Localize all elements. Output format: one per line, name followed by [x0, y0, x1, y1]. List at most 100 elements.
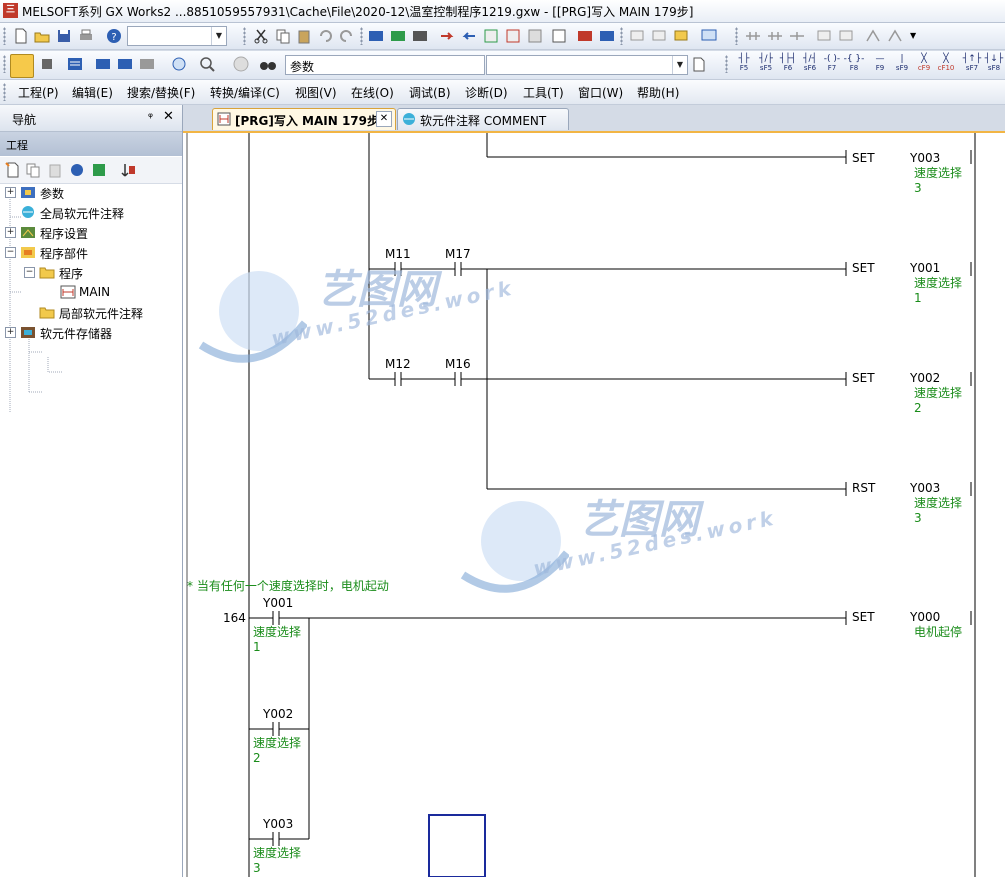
menu-convert-compile[interactable]: 转换/编译(C) [210, 84, 280, 101]
toolbar-grip[interactable] [3, 27, 6, 45]
coil-device[interactable]: Y003 [910, 481, 940, 495]
fkey-f6-icon[interactable]: ┤├┤ F6 [777, 54, 799, 74]
display-icon[interactable] [700, 27, 718, 45]
search-target-combo[interactable]: ▼ [486, 55, 688, 75]
toolbar-grip[interactable] [735, 27, 738, 45]
copy-icon[interactable] [274, 27, 292, 45]
dev-verify-icon[interactable] [411, 27, 429, 45]
fkey-sf8-icon[interactable]: ┤↓├ sF8 [983, 54, 1005, 74]
read-from-plc-icon[interactable] [438, 27, 456, 45]
sort-icon[interactable] [120, 161, 138, 179]
menu-tools[interactable]: 工具(T) [523, 84, 564, 101]
toolbar-grip[interactable] [3, 83, 6, 101]
fkey-f7-icon[interactable]: -( )- F7 [821, 54, 843, 74]
binoculars-icon[interactable] [259, 55, 277, 73]
list-view-icon[interactable] [66, 55, 84, 73]
ladder-edit-icon[interactable] [886, 27, 904, 45]
ladder-edit-icon[interactable] [788, 27, 806, 45]
dev-watch-icon[interactable] [170, 55, 188, 73]
coil-device[interactable]: Y001 [910, 261, 940, 275]
contact-y001[interactable]: Y001 [263, 596, 293, 610]
chevron-down-icon[interactable]: ▼ [672, 56, 687, 74]
contact-y003[interactable]: Y003 [263, 817, 293, 831]
coil-instruction[interactable]: RST [852, 481, 875, 495]
refresh-icon[interactable] [90, 161, 108, 179]
verify-plc-icon[interactable] [482, 27, 500, 45]
edit-cursor[interactable] [428, 814, 486, 877]
tab-device-comment[interactable]: 软元件注释 COMMENT [397, 108, 569, 130]
coil-instruction[interactable]: SET [852, 261, 875, 275]
collapse-icon[interactable]: − [5, 247, 16, 258]
contact-m12[interactable]: M12 [385, 357, 411, 371]
help-disabled-icon[interactable] [232, 55, 250, 73]
coil-device[interactable]: Y000 [910, 610, 940, 624]
dev-write-icon[interactable] [389, 27, 407, 45]
menu-window[interactable]: 窗口(W) [578, 84, 623, 101]
open-folder-icon[interactable] [33, 27, 51, 45]
chevron-down-icon[interactable]: ▼ [211, 27, 226, 45]
search-options-icon[interactable] [690, 55, 708, 73]
toolbar-combo[interactable]: ▼ [127, 26, 227, 46]
fkey-sf5-icon[interactable]: ┤/├ sF5 [755, 54, 777, 74]
monitor-icon[interactable] [504, 27, 522, 45]
project-view-icon[interactable] [10, 54, 34, 78]
search-combo[interactable]: 参数 [285, 55, 485, 75]
undo-icon[interactable] [316, 27, 334, 45]
contact-m17[interactable]: M17 [445, 247, 471, 261]
cpu-icon[interactable] [38, 55, 56, 73]
ladder-edit-icon[interactable] [837, 27, 855, 45]
write-to-plc-icon[interactable] [460, 27, 478, 45]
ladder-edit-icon[interactable] [864, 27, 882, 45]
coil-device[interactable]: Y002 [910, 371, 940, 385]
menu-online[interactable]: 在线(O) [351, 84, 394, 101]
toolbar-grip[interactable] [243, 27, 246, 45]
ladder-edit-icon[interactable] [815, 27, 833, 45]
statement-icon[interactable] [650, 27, 668, 45]
expand-icon[interactable]: + [5, 187, 16, 198]
new-data-icon[interactable] [4, 161, 22, 179]
fkey-sf9-icon[interactable]: | sF9 [891, 54, 913, 74]
statement-comment[interactable]: * 当有任何一个速度选择时，电机起动 [187, 577, 389, 594]
ladder-edit-icon[interactable] [744, 27, 762, 45]
fkey-sf7-icon[interactable]: ┤↑├ sF7 [961, 54, 983, 74]
fkey-f9-icon[interactable]: — F9 [869, 54, 891, 74]
help-icon[interactable]: ? [105, 27, 123, 45]
collapse-icon[interactable]: − [24, 267, 35, 278]
paste-icon[interactable] [46, 161, 64, 179]
monitor-stop-icon[interactable] [526, 27, 544, 45]
ladder-editor[interactable]: M11 M17 M12 M16 SET Y003 速度选择 3 SET Y001… [183, 133, 1005, 877]
fkey-sf6-icon[interactable]: ┤/┤ sF6 [799, 54, 821, 74]
ladder-edit-icon[interactable] [766, 27, 784, 45]
menu-debug[interactable]: 调试(B) [409, 84, 451, 101]
device-register-icon[interactable] [598, 27, 616, 45]
coil-device[interactable]: Y003 [910, 151, 940, 165]
tab-prg-main[interactable]: [PRG]写入 MAIN 179步 ✕ [212, 108, 396, 130]
contact-m16[interactable]: M16 [445, 357, 471, 371]
note-icon[interactable] [672, 27, 690, 45]
comment-icon[interactable] [628, 27, 646, 45]
expand-icon[interactable]: + [5, 327, 16, 338]
menu-edit[interactable]: 编辑(E) [72, 84, 113, 101]
contact-y002[interactable]: Y002 [263, 707, 293, 721]
menu-diagnostics[interactable]: 诊断(D) [465, 84, 508, 101]
close-icon[interactable]: ✕ [163, 109, 174, 124]
coil-instruction[interactable]: SET [852, 371, 875, 385]
contact-m11[interactable]: M11 [385, 247, 411, 261]
menu-search-replace[interactable]: 搜索/替换(F) [127, 84, 195, 101]
find-device-icon[interactable] [198, 55, 216, 73]
dev-icon[interactable] [116, 55, 134, 73]
toolbar-grip[interactable] [620, 27, 623, 45]
coil-instruction[interactable]: SET [852, 610, 875, 624]
device-batch-icon[interactable] [576, 27, 594, 45]
pin-icon[interactable]: ᵠ [148, 110, 153, 124]
copy-icon[interactable] [24, 161, 42, 179]
dev-monitor-icon[interactable] [550, 27, 568, 45]
dev-read-icon[interactable] [367, 27, 385, 45]
fkey-cf9-icon[interactable]: ╳ cF9 [913, 54, 935, 74]
new-file-icon[interactable] [12, 27, 30, 45]
paste-icon[interactable] [295, 27, 313, 45]
dev-icon[interactable] [94, 55, 112, 73]
fkey-cf10-icon[interactable]: ╳ cF10 [935, 54, 957, 74]
cut-icon[interactable] [252, 27, 270, 45]
fkey-f5-icon[interactable]: ┤├ F5 [733, 54, 755, 74]
